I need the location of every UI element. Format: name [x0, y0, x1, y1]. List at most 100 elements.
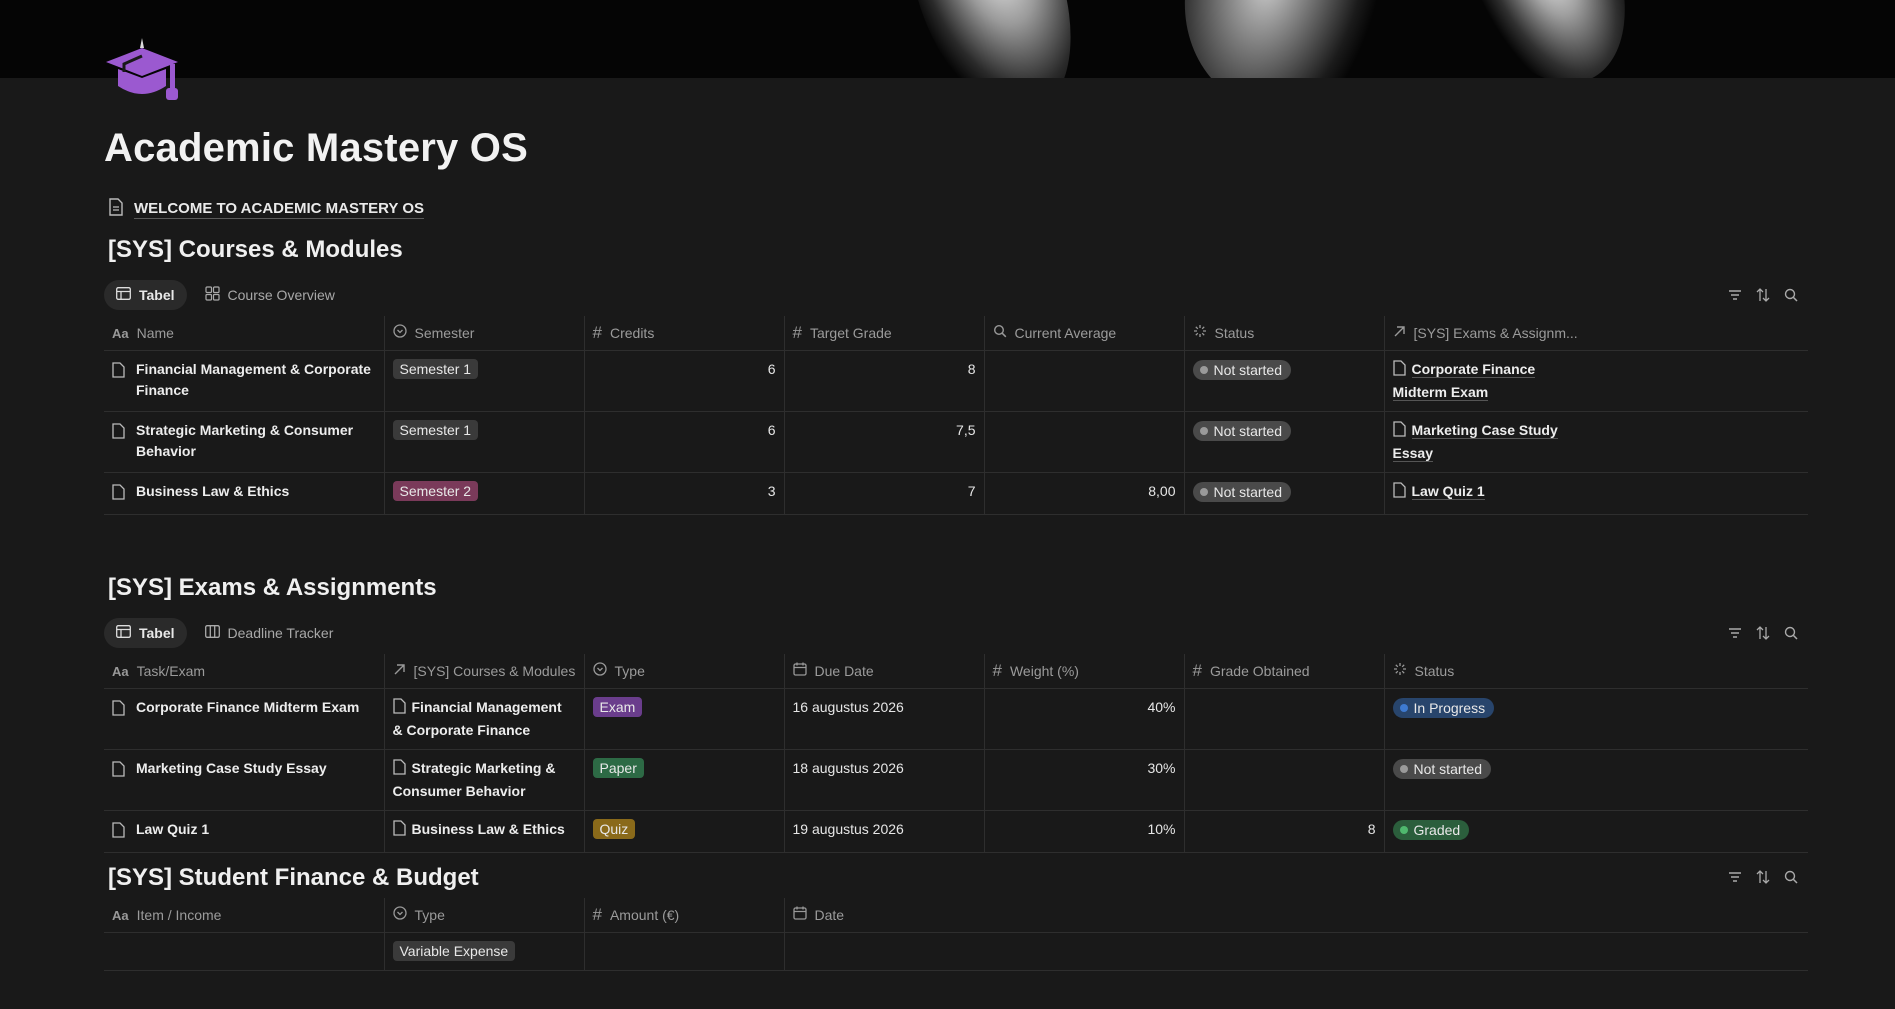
select-icon: [592, 662, 607, 679]
status-badge[interactable]: Not started: [1192, 420, 1291, 441]
item-cell[interactable]: [104, 932, 384, 971]
page-doc-icon: [112, 483, 126, 506]
search-icon: [993, 324, 1007, 341]
column-header-target-grade[interactable]: # Target Grade: [783, 316, 984, 351]
row-title[interactable]: Business Law & Ethics: [112, 481, 376, 506]
status-badge[interactable]: Graded: [1392, 819, 1470, 840]
weight-cell[interactable]: 30%: [983, 749, 1184, 811]
amount-cell[interactable]: [583, 932, 784, 971]
table-row[interactable]: Financial Management & Corporate Finance…: [104, 350, 1808, 412]
column-header-semester[interactable]: Semester: [383, 316, 584, 351]
table-header-row: Aa Task/Exam [SYS] Courses & Modules Type…: [104, 654, 1808, 689]
text-icon: Aa: [112, 907, 129, 923]
search-icon[interactable]: [1783, 869, 1799, 885]
row-title[interactable]: Corporate Finance Midterm Exam: [112, 697, 376, 722]
credits-cell[interactable]: 3: [583, 472, 784, 515]
page-doc-icon: [392, 697, 406, 720]
column-header-status[interactable]: Status: [1183, 316, 1384, 351]
welcome-link-label: WELCOME TO ACADEMIC MASTERY OS: [134, 199, 425, 219]
table-row[interactable]: Marketing Case Study Essay Strategic Mar…: [104, 749, 1808, 811]
status-badge[interactable]: In Progress: [1392, 697, 1495, 718]
semester-tag: Semester 1: [392, 358, 479, 379]
sort-icon[interactable]: [1755, 287, 1771, 303]
courses-db-title[interactable]: [SYS] Courses & Modules: [108, 236, 403, 264]
table-row[interactable]: Business Law & Ethics Semester 2 3 7 8,0…: [104, 472, 1808, 515]
column-header-grade-obtained[interactable]: # Grade Obtained: [1183, 654, 1384, 689]
status-badge[interactable]: Not started: [1192, 359, 1291, 380]
relation-link[interactable]: Financial Management & Corporate Finance: [393, 697, 576, 741]
date-cell[interactable]: [783, 932, 1808, 971]
table-row[interactable]: Corporate Finance Midterm Exam Financial…: [104, 688, 1808, 750]
column-header-date[interactable]: Date: [783, 898, 1808, 933]
search-icon[interactable]: [1783, 287, 1799, 303]
tab-course-overview[interactable]: Course Overview: [193, 280, 347, 310]
relation-link[interactable]: Corporate Finance Midterm Exam: [1392, 359, 1563, 403]
column-header-status[interactable]: Status: [1383, 654, 1808, 689]
table-row[interactable]: Strategic Marketing & Consumer Behavior …: [104, 411, 1808, 473]
column-header-amount[interactable]: # Amount (€): [583, 898, 784, 933]
column-header-current-average[interactable]: Current Average: [983, 316, 1184, 351]
column-header-weight[interactable]: # Weight (%): [983, 654, 1184, 689]
tab-label: Tabel: [139, 287, 175, 303]
sort-icon[interactable]: [1755, 625, 1771, 641]
column-header-task[interactable]: Aa Task/Exam: [104, 654, 384, 689]
page-doc-icon: [108, 198, 124, 220]
column-header-type[interactable]: Type: [383, 898, 584, 933]
target-grade-cell[interactable]: 8: [783, 350, 984, 412]
filter-icon[interactable]: [1727, 625, 1743, 641]
board-icon: [204, 625, 220, 641]
credits-cell[interactable]: 6: [583, 411, 784, 473]
tab-exams-tabel[interactable]: Tabel: [104, 618, 187, 648]
column-header-courses-relation[interactable]: [SYS] Courses & Modules: [383, 654, 584, 689]
column-header-type[interactable]: Type: [583, 654, 784, 689]
exams-db-title[interactable]: [SYS] Exams & Assignments: [108, 574, 437, 602]
due-date-cell[interactable]: 19 augustus 2026: [783, 810, 984, 853]
column-header-credits[interactable]: # Credits: [583, 316, 784, 351]
due-date-cell[interactable]: 18 augustus 2026: [783, 749, 984, 811]
relation-link[interactable]: Business Law & Ethics: [392, 819, 576, 842]
relation-link[interactable]: Strategic Marketing & Consumer Behavior: [393, 758, 576, 802]
filter-icon[interactable]: [1727, 869, 1743, 885]
target-grade-cell[interactable]: 7,5: [783, 411, 984, 473]
relation-link[interactable]: Marketing Case Study Essay: [1392, 420, 1563, 464]
target-grade-cell[interactable]: 7: [783, 472, 984, 515]
grade-obtained-cell[interactable]: [1183, 688, 1384, 750]
weight-cell[interactable]: 10%: [983, 810, 1184, 853]
graduation-cap-icon[interactable]: [104, 36, 180, 104]
weight-cell[interactable]: 40%: [983, 688, 1184, 750]
credits-cell[interactable]: 6: [583, 350, 784, 412]
number-icon: #: [592, 322, 602, 342]
column-header-exams-relation[interactable]: [SYS] Exams & Assignm...: [1383, 316, 1808, 351]
welcome-page-link[interactable]: WELCOME TO ACADEMIC MASTERY OS: [108, 198, 425, 220]
grade-obtained-cell[interactable]: 8: [1183, 810, 1384, 853]
status-badge[interactable]: Not started: [1192, 481, 1291, 502]
number-icon: #: [992, 660, 1002, 680]
sort-icon[interactable]: [1755, 869, 1771, 885]
number-icon: #: [592, 904, 602, 924]
due-date-cell[interactable]: 16 augustus 2026: [783, 688, 984, 750]
row-title[interactable]: Marketing Case Study Essay: [112, 758, 376, 783]
relation-link[interactable]: Law Quiz 1: [1392, 481, 1563, 504]
page-doc-icon: [392, 819, 406, 842]
tab-label: Deadline Tracker: [227, 625, 334, 641]
tab-deadline-tracker[interactable]: Deadline Tracker: [193, 618, 346, 648]
table-row[interactable]: Law Quiz 1 Business Law & Ethics Quiz 19…: [104, 810, 1808, 853]
search-icon[interactable]: [1783, 625, 1799, 641]
grade-obtained-cell[interactable]: [1183, 749, 1384, 811]
column-header-item[interactable]: Aa Item / Income: [104, 898, 384, 933]
row-title[interactable]: Financial Management & Corporate Finance: [112, 359, 376, 401]
tab-courses-tabel[interactable]: Tabel: [104, 280, 187, 310]
column-header-due-date[interactable]: Due Date: [783, 654, 984, 689]
page-doc-icon: [112, 760, 126, 783]
row-title[interactable]: Law Quiz 1: [112, 819, 376, 844]
finance-db-title[interactable]: [SYS] Student Finance & Budget: [108, 864, 479, 892]
row-title[interactable]: Strategic Marketing & Consumer Behavior: [112, 420, 376, 462]
number-icon: #: [1192, 660, 1202, 680]
table-header-row: Aa Name Semester # Credits # Target Grade C…: [104, 316, 1808, 351]
status-badge[interactable]: Not started: [1392, 758, 1491, 779]
filter-icon[interactable]: [1727, 287, 1743, 303]
table-row[interactable]: Variable Expense: [104, 932, 1808, 971]
type-tag: Variable Expense: [392, 940, 516, 961]
courses-db-tools: [1727, 287, 1799, 303]
column-header-name[interactable]: Aa Name: [104, 316, 384, 351]
